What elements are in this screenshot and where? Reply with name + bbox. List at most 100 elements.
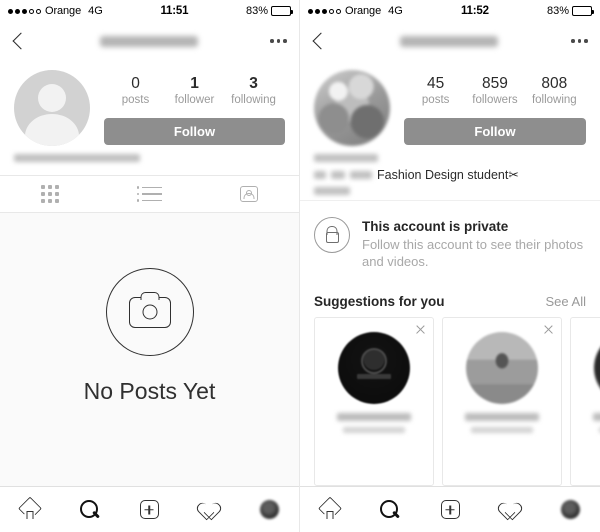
- status-left-group: Orange 4G: [308, 5, 403, 17]
- profile-bio-right: Fashion Design student✂: [300, 146, 600, 200]
- stat-posts-label: posts: [121, 94, 150, 106]
- suggestion-name-redacted: [465, 413, 539, 421]
- redacted-bio-fragment-3: [350, 170, 372, 179]
- status-bar-right: Orange 4G 11:52 83%: [300, 0, 600, 22]
- redacted-username: [400, 35, 499, 47]
- network-type: 4G: [388, 5, 403, 17]
- nav-search[interactable]: [370, 495, 410, 525]
- suggestion-card[interactable]: [570, 317, 600, 486]
- more-options-icon[interactable]: [571, 39, 588, 43]
- network-type: 4G: [88, 5, 103, 17]
- empty-posts-state: No Posts Yet: [0, 213, 299, 486]
- bio-text-line: Fashion Design student✂: [314, 167, 586, 182]
- profile-stats-area: 45 posts 859 followers 808 following Fol…: [404, 70, 586, 146]
- stat-following[interactable]: 3 following: [231, 74, 277, 108]
- suggestion-card[interactable]: [314, 317, 434, 486]
- lock-icon: [314, 217, 350, 253]
- profile-avatar-icon: [560, 500, 580, 519]
- private-notice-text: This account is private Follow this acco…: [362, 217, 586, 270]
- nav-home[interactable]: [10, 495, 50, 525]
- stat-followers-count: 859: [482, 75, 508, 92]
- nav-home[interactable]: [310, 495, 350, 525]
- private-notice-subtitle: Follow this account to see their photos …: [362, 237, 584, 269]
- carrier-name: Orange: [45, 5, 82, 17]
- more-options-icon[interactable]: [270, 39, 287, 43]
- suggestion-avatar[interactable]: [594, 332, 600, 404]
- grid-icon: [40, 185, 59, 203]
- stats-row: 0 posts 1 follower 3 following: [104, 74, 285, 108]
- profile-header-left: 0 posts 1 follower 3 following Follow: [0, 60, 299, 146]
- suggestion-name-redacted: [593, 413, 600, 421]
- follow-button[interactable]: Follow: [104, 118, 285, 145]
- nav-add-post[interactable]: [129, 495, 169, 525]
- tab-tagged[interactable]: [199, 176, 299, 212]
- nav-profile[interactable]: [550, 495, 590, 525]
- stat-following-label: following: [531, 94, 577, 106]
- stat-posts[interactable]: 0 posts: [113, 74, 159, 108]
- bottom-nav-left: [0, 486, 299, 532]
- nav-activity[interactable]: [490, 495, 530, 525]
- profile-avatar-icon: [259, 500, 279, 519]
- stat-following[interactable]: 808 following: [531, 74, 577, 108]
- nav-title-username: [327, 35, 571, 47]
- stat-followers[interactable]: 859 followers: [472, 74, 518, 108]
- stat-posts[interactable]: 45 posts: [413, 74, 459, 108]
- follow-button[interactable]: Follow: [404, 118, 586, 145]
- add-post-icon: [440, 500, 460, 519]
- home-icon: [19, 500, 40, 519]
- nav-title-username: [27, 35, 270, 47]
- activity-heart-icon: [500, 501, 520, 519]
- dual-screenshot-container: Orange 4G 11:51 83% 0 posts 1 follower 3…: [0, 0, 600, 532]
- nav-bar-right: [300, 22, 600, 60]
- bottom-nav-right: [300, 486, 600, 532]
- nav-profile[interactable]: [249, 495, 289, 525]
- activity-heart-icon: [199, 501, 219, 519]
- nav-bar-left: [0, 22, 299, 60]
- avatar-container[interactable]: [314, 70, 390, 146]
- status-left-group: Orange 4G: [8, 5, 103, 17]
- stat-following-count: 808: [541, 75, 568, 92]
- status-time: 11:51: [160, 5, 189, 17]
- private-account-notice: This account is private Follow this acco…: [300, 200, 600, 284]
- redacted-bio-fragment-2: [331, 170, 345, 179]
- camera-icon: [105, 268, 194, 356]
- tab-grid[interactable]: [0, 176, 100, 212]
- redacted-bio-extra: [314, 187, 350, 195]
- avatar-container[interactable]: [14, 70, 90, 146]
- suggestion-username-redacted: [471, 427, 533, 433]
- nav-add-post[interactable]: [430, 495, 470, 525]
- screen-left-profile: Orange 4G 11:51 83% 0 posts 1 follower 3…: [0, 0, 300, 532]
- redacted-bio-fragment-1: [314, 170, 326, 179]
- nav-activity[interactable]: [189, 495, 229, 525]
- battery-percent: 83%: [245, 5, 268, 17]
- profile-stats-area: 0 posts 1 follower 3 following Follow: [104, 70, 285, 146]
- close-icon[interactable]: [415, 324, 426, 335]
- home-icon: [320, 500, 341, 519]
- stat-followers[interactable]: 1 follower: [172, 74, 218, 108]
- profile-header-right: 45 posts 859 followers 808 following Fol…: [300, 60, 600, 146]
- redacted-display-name: [314, 154, 378, 162]
- suggestion-name-redacted: [337, 413, 411, 421]
- see-all-link[interactable]: See All: [546, 294, 586, 309]
- profile-avatar-placeholder-icon[interactable]: [14, 70, 90, 146]
- nav-search[interactable]: [70, 495, 110, 525]
- suggestion-card[interactable]: [442, 317, 562, 486]
- suggestion-username-redacted: [343, 427, 405, 433]
- list-icon: [137, 186, 163, 202]
- status-bar-left: Orange 4G 11:51 83%: [0, 0, 299, 22]
- search-icon: [380, 499, 400, 520]
- stat-posts-count: 0: [131, 75, 140, 92]
- suggestion-avatar[interactable]: [338, 332, 410, 404]
- add-post-icon: [139, 500, 159, 519]
- profile-avatar-image[interactable]: [314, 70, 390, 146]
- tab-list[interactable]: [100, 176, 200, 212]
- suggestions-carousel[interactable]: [300, 317, 600, 486]
- bio-name-line: [314, 154, 586, 162]
- suggestion-avatar[interactable]: [466, 332, 538, 404]
- carrier-name: Orange: [345, 5, 382, 17]
- status-time: 11:52: [460, 5, 489, 17]
- profile-bio-left: [0, 146, 299, 167]
- stat-followers-count: 1: [190, 75, 199, 92]
- close-icon[interactable]: [543, 324, 554, 335]
- status-right-group: 83%: [547, 5, 594, 17]
